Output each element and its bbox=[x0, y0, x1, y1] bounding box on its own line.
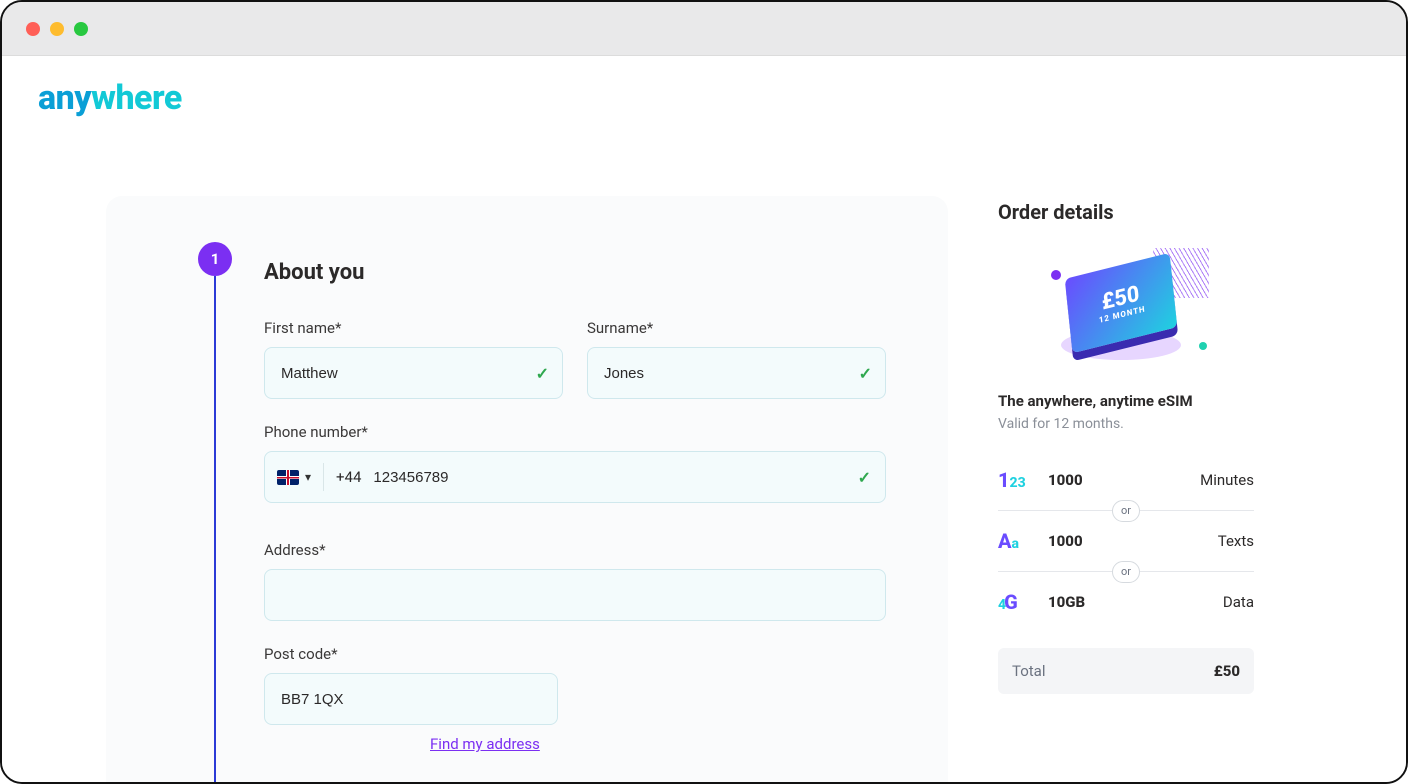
postcode-input[interactable] bbox=[264, 673, 558, 725]
main-layout: 1 About you First name* ✓ Sur bbox=[106, 196, 1346, 782]
section-title: About you bbox=[264, 260, 886, 285]
address-label: Address* bbox=[264, 541, 886, 559]
total-label: Total bbox=[1012, 662, 1046, 680]
feature-value: 1000 bbox=[1048, 471, 1108, 489]
first-name-input[interactable] bbox=[264, 347, 563, 399]
phone-input-wrap: ▾ +44 ✓ bbox=[264, 451, 886, 503]
feature-value: 1000 bbox=[1048, 532, 1108, 550]
form-body: About you First name* ✓ Surname* bbox=[264, 260, 886, 753]
postcode-label: Post code* bbox=[264, 645, 886, 663]
address-input[interactable] bbox=[264, 569, 886, 621]
feature-texts: Aa 1000 Texts bbox=[998, 517, 1254, 565]
order-total-row: Total £50 bbox=[998, 648, 1254, 694]
step-badge: 1 bbox=[198, 242, 232, 276]
first-name-field: First name* ✓ bbox=[264, 319, 563, 399]
product-subtitle: Valid for 12 months. bbox=[998, 416, 1254, 432]
name-row: First name* ✓ Surname* ✓ bbox=[264, 319, 886, 423]
surname-label: Surname* bbox=[587, 319, 886, 337]
feature-label: Texts bbox=[1218, 532, 1254, 550]
purple-dot-icon bbox=[1051, 270, 1061, 280]
find-address-link[interactable]: Find my address bbox=[430, 735, 540, 753]
teal-dot-icon bbox=[1199, 342, 1207, 350]
window-minimize-button[interactable] bbox=[50, 22, 64, 36]
first-name-label: First name* bbox=[264, 319, 563, 337]
feature-divider: or bbox=[998, 571, 1254, 572]
window-close-button[interactable] bbox=[26, 22, 40, 36]
window-zoom-button[interactable] bbox=[74, 22, 88, 36]
or-badge: or bbox=[1112, 561, 1140, 583]
uk-flag-icon bbox=[277, 470, 299, 485]
window-titlebar bbox=[2, 2, 1406, 56]
product-title: The anywhere, anytime eSIM bbox=[998, 392, 1254, 410]
logo-part-1: any bbox=[38, 78, 91, 118]
feature-data: 4G 10GB Data bbox=[998, 578, 1254, 626]
chevron-down-icon: ▾ bbox=[305, 470, 311, 484]
feature-divider: or bbox=[998, 510, 1254, 511]
check-icon: ✓ bbox=[859, 364, 872, 383]
check-icon: ✓ bbox=[536, 364, 549, 383]
phone-field: Phone number* ▾ +44 ✓ bbox=[264, 423, 886, 503]
order-details-panel: Order details £50 12 MONTH The anywhere,… bbox=[998, 196, 1254, 694]
postcode-field: Post code* Find my address bbox=[264, 645, 886, 753]
phone-number-input[interactable] bbox=[373, 469, 845, 486]
feature-label: Minutes bbox=[1200, 471, 1254, 489]
dial-code: +44 bbox=[336, 468, 361, 486]
data-icon: 4G bbox=[998, 590, 1030, 614]
brand-logo: anywhere bbox=[38, 78, 182, 118]
address-field: Address* bbox=[264, 541, 886, 621]
feature-minutes: 123 1000 Minutes bbox=[998, 456, 1254, 504]
logo-part-2: where bbox=[91, 78, 182, 118]
minutes-icon: 123 bbox=[998, 468, 1030, 492]
order-heading: Order details bbox=[998, 200, 1254, 224]
browser-window: anywhere 1 About you First name* ✓ bbox=[0, 0, 1408, 784]
feature-value: 10GB bbox=[1048, 593, 1108, 611]
total-value: £50 bbox=[1214, 662, 1240, 680]
country-selector[interactable]: ▾ bbox=[277, 463, 324, 491]
check-icon: ✓ bbox=[858, 468, 871, 487]
about-you-card: 1 About you First name* ✓ Sur bbox=[106, 196, 948, 782]
surname-field: Surname* ✓ bbox=[587, 319, 886, 399]
step-progress-line bbox=[214, 276, 216, 782]
sim-illustration: £50 12 MONTH bbox=[1041, 242, 1211, 372]
surname-input[interactable] bbox=[587, 347, 886, 399]
phone-label: Phone number* bbox=[264, 423, 886, 441]
page-content: anywhere 1 About you First name* ✓ bbox=[2, 56, 1406, 782]
feature-label: Data bbox=[1223, 593, 1254, 611]
or-badge: or bbox=[1112, 500, 1140, 522]
texts-icon: Aa bbox=[998, 529, 1030, 553]
